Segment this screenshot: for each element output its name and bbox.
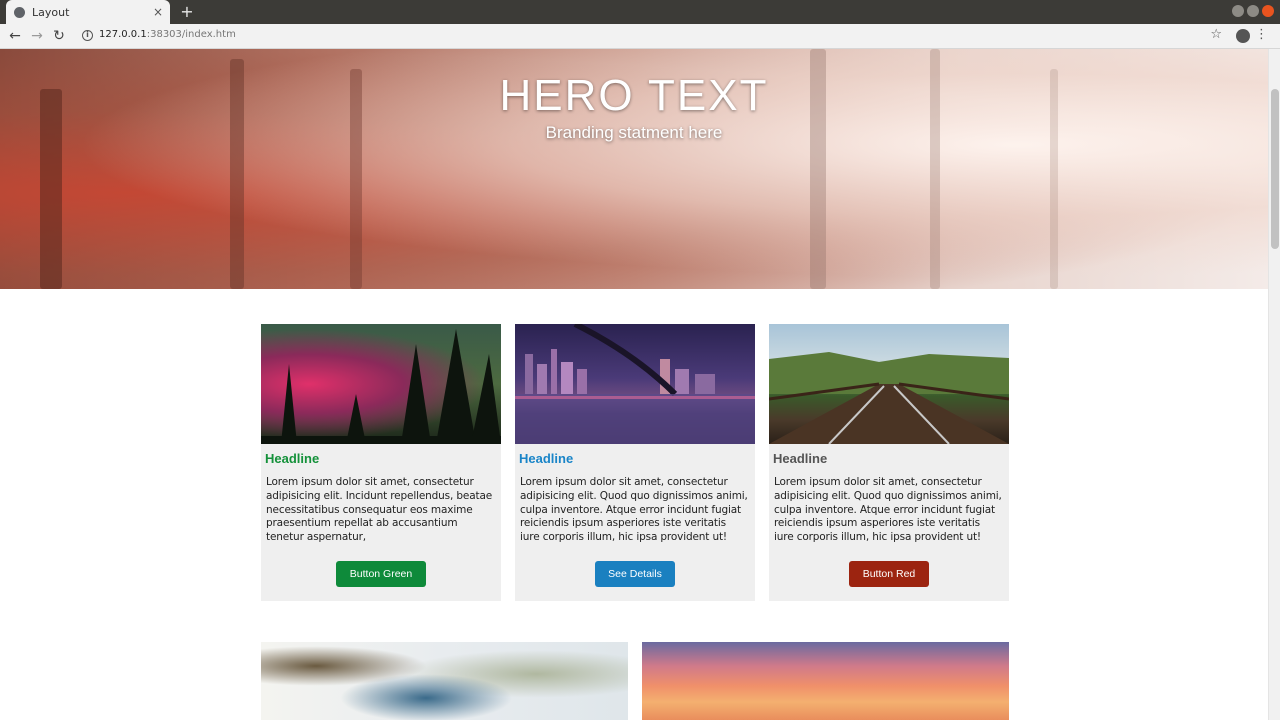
card-body-text: Lorem ipsum dolor sit amet, consectetur … [520, 476, 748, 544]
aurora-forest-image [261, 324, 501, 444]
card-blue: Headline Lorem ipsum dolor sit amet, con… [515, 324, 755, 601]
city-skyline [515, 324, 755, 444]
reload-icon[interactable]: ↻ [50, 27, 68, 45]
browser-tab[interactable]: Layout × [6, 0, 170, 24]
globe-icon [14, 6, 25, 18]
tab-title: Layout [32, 5, 70, 19]
maximize-button[interactable] [1247, 5, 1259, 17]
new-tab-button[interactable]: + [178, 3, 196, 21]
button-green[interactable]: Button Green [336, 561, 426, 587]
scrollbar-thumb[interactable] [1271, 89, 1279, 249]
card-green: Headline Lorem ipsum dolor sit amet, con… [261, 324, 501, 601]
browser-tab-bar: Layout × + [0, 0, 1280, 24]
city-bridge-night-image [515, 324, 755, 444]
minimize-button[interactable] [1232, 5, 1244, 17]
tab-close-icon[interactable]: × [152, 5, 164, 19]
page-viewport: HERO TEXT Branding statment here Headlin… [0, 49, 1280, 720]
vertical-scrollbar[interactable] [1268, 49, 1280, 720]
card-body-text: Lorem ipsum dolor sit amet, consectetur … [774, 476, 1002, 544]
bookmark-star-icon[interactable]: ☆ [1210, 27, 1222, 42]
sunset-sky-image [642, 642, 1009, 720]
see-details-button[interactable]: See Details [595, 561, 675, 587]
card-headline: Headline [265, 451, 320, 466]
card-headline: Headline [773, 451, 828, 466]
blurred-bokeh-image [261, 642, 628, 720]
railway-tracks [769, 352, 1009, 444]
window-close-button[interactable] [1262, 5, 1274, 17]
hero-title: HERO TEXT [499, 71, 769, 120]
button-red[interactable]: Button Red [849, 561, 929, 587]
account-icon[interactable] [1236, 29, 1250, 43]
card-body-text: Lorem ipsum dolor sit amet, consectetur … [266, 476, 493, 544]
menu-kebab-icon[interactable]: ⋮ [1255, 27, 1268, 42]
card-headline: Headline [519, 451, 574, 466]
window-controls [1232, 5, 1274, 17]
info-icon[interactable]: i [82, 30, 93, 41]
tree-silhouettes [261, 329, 501, 444]
address-bar[interactable]: 127.0.0.1:38303/index.htm [99, 29, 236, 40]
back-arrow-icon[interactable]: ← [6, 27, 24, 45]
forward-arrow-icon[interactable]: → [28, 27, 46, 45]
railway-bridge-image [769, 324, 1009, 444]
card-red: Headline Lorem ipsum dolor sit amet, con… [769, 324, 1009, 601]
browser-toolbar: ← → ↻ i 127.0.0.1:38303/index.htm ☆ ⋮ [0, 24, 1280, 49]
url-host: 127.0.0.1 [99, 29, 147, 40]
url-path: :38303/index.htm [146, 29, 236, 40]
hero-subtitle: Branding statment here [545, 123, 723, 142]
hero-banner: HERO TEXT Branding statment here [0, 49, 1268, 289]
